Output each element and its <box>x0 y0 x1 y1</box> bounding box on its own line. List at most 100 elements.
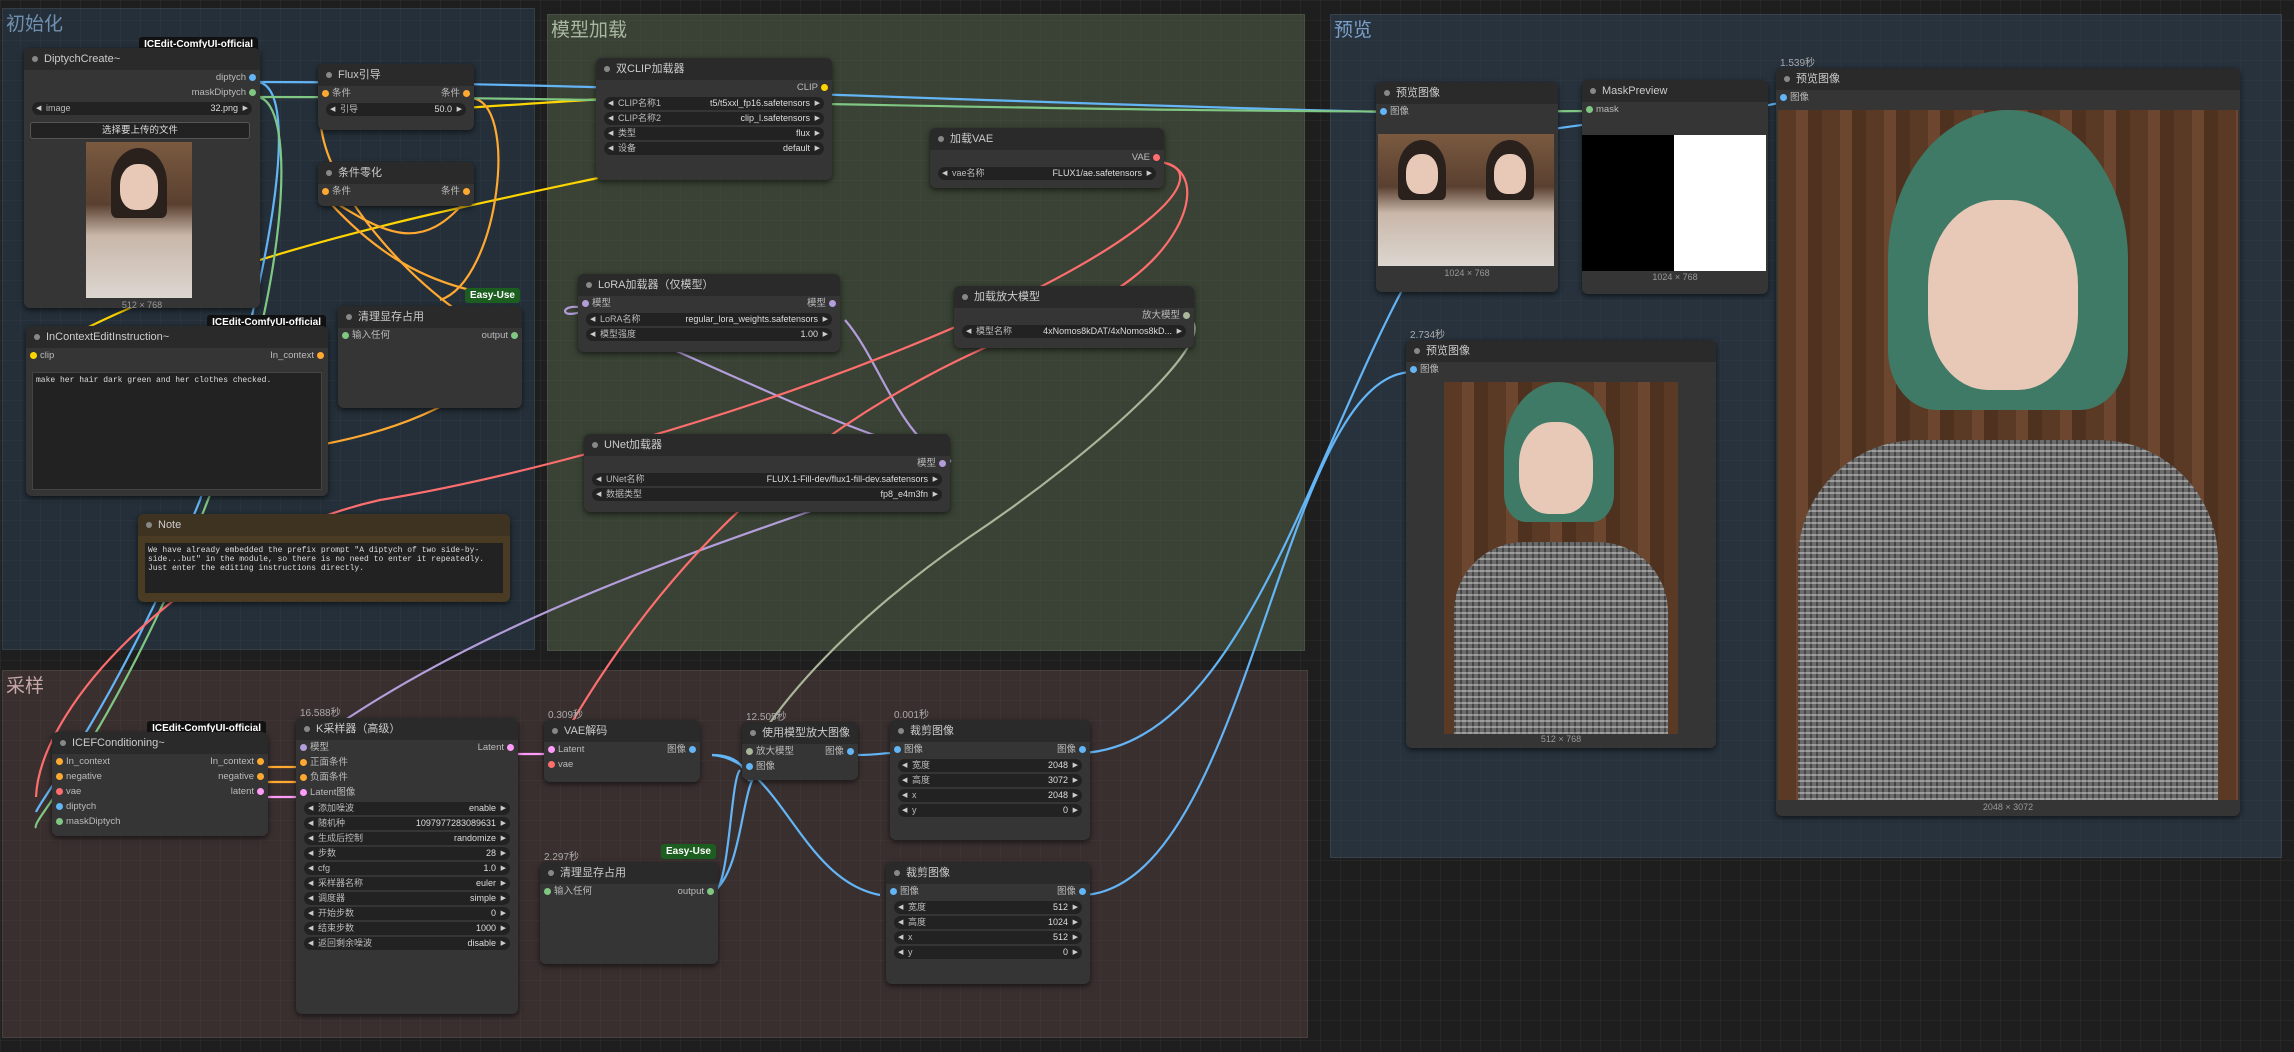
input-slot[interactable]: Latent图像 <box>296 785 518 800</box>
output-dot-icon[interactable] <box>257 788 264 795</box>
seed-widget[interactable]: 随机种 1097977283089631 <box>304 817 510 830</box>
input-slot[interactable]: 负面条件 <box>296 770 518 785</box>
io-slot[interactable]: 放大模型 图像 <box>742 744 858 759</box>
start-step-widget[interactable]: 开始步数 0 <box>304 907 510 920</box>
instruction-textarea[interactable]: make her hair dark green and her clothes… <box>32 372 322 490</box>
input-dot-icon[interactable] <box>322 188 329 195</box>
unet-name-widget[interactable]: UNet名称 FLUX.1-Fill-dev/flux1-fill-dev.saf… <box>592 473 942 486</box>
input-dot-icon[interactable] <box>30 352 37 359</box>
input-slot[interactable]: 图像 <box>1376 104 1558 119</box>
output-dot-icon[interactable] <box>689 746 696 753</box>
input-dot-icon[interactable] <box>322 90 329 97</box>
output-dot-icon[interactable] <box>1183 312 1190 319</box>
input-dot-icon[interactable] <box>746 763 753 770</box>
input-dot-icon[interactable] <box>548 746 555 753</box>
vae-decode-node[interactable]: 0.309秒 VAE解码 Latent 图像 vae <box>544 710 700 782</box>
output-dot-icon[interactable] <box>257 773 264 780</box>
sampler-name-widget[interactable]: 采样器名称 euler <box>304 877 510 890</box>
image-upscale-with-model-node[interactable]: 12.505秒 使用模型放大图像 放大模型 图像 图像 <box>742 712 858 780</box>
clip-name2-widget[interactable]: CLIP名称2 clip_l.safetensors <box>604 112 824 125</box>
vae-name-widget[interactable]: vae名称 FLUX1/ae.safetensors <box>938 167 1156 180</box>
io-slot[interactable]: 条件 条件 <box>318 86 474 101</box>
flux-guidance-node[interactable]: Flux引导 条件 条件 引导 50.0 <box>318 64 474 130</box>
input-slot[interactable]: vae <box>544 757 700 772</box>
output-dot-icon[interactable] <box>463 90 470 97</box>
input-dot-icon[interactable] <box>548 761 555 768</box>
output-dot-icon[interactable] <box>829 300 836 307</box>
output-slot[interactable]: 放大模型 <box>954 308 1194 323</box>
image-combo-widget[interactable]: image 32.png <box>32 102 252 115</box>
output-dot-icon[interactable] <box>1153 154 1160 161</box>
preview-image-crop-node[interactable]: 2.734秒 预览图像 图像 512 × 768 <box>1406 330 1716 748</box>
io-slot[interactable]: vae latent <box>52 784 268 799</box>
output-dot-icon[interactable] <box>507 744 514 751</box>
output-dot-icon[interactable] <box>463 188 470 195</box>
io-slot[interactable]: 图像 图像 <box>890 742 1090 757</box>
image-crop-node[interactable]: 0.001秒 裁剪图像 图像图像 宽度2048 高度3072 x2048 y0 <box>890 710 1090 840</box>
io-slot[interactable]: clip In_context <box>26 348 328 363</box>
output-dot-icon[interactable] <box>707 888 714 895</box>
input-dot-icon[interactable] <box>746 748 753 755</box>
clip-name1-widget[interactable]: CLIP名称1 t5/t5xxl_fp16.safetensors <box>604 97 824 110</box>
output-dot-icon[interactable] <box>317 352 324 359</box>
icef-conditioning-node[interactable]: ICEdit-ComfyUI-official ICEFConditioning… <box>52 721 268 836</box>
input-dot-icon[interactable] <box>544 888 551 895</box>
input-dot-icon[interactable] <box>300 744 307 751</box>
input-dot-icon[interactable] <box>56 758 63 765</box>
io-slot[interactable]: 模型 Latent <box>296 740 518 755</box>
vae-loader-node[interactable]: 加载VAE VAE vae名称 FLUX1/ae.safetensors <box>930 128 1164 188</box>
output-slot[interactable]: maskDiptych <box>24 85 260 100</box>
input-dot-icon[interactable] <box>1780 94 1787 101</box>
end-step-widget[interactable]: 结束步数 1000 <box>304 922 510 935</box>
device-widget[interactable]: 设备 default <box>604 142 824 155</box>
input-dot-icon[interactable] <box>300 759 307 766</box>
input-slot[interactable]: 正面条件 <box>296 755 518 770</box>
io-slot[interactable]: 输入任何 output <box>540 884 718 899</box>
output-dot-icon[interactable] <box>1079 888 1086 895</box>
input-dot-icon[interactable] <box>56 818 63 825</box>
width-widget[interactable]: 宽度 2048 <box>898 759 1082 772</box>
y-widget[interactable]: y0 <box>894 946 1082 959</box>
output-dot-icon[interactable] <box>511 332 518 339</box>
output-slot[interactable]: VAE <box>930 150 1164 165</box>
height-widget[interactable]: 高度 3072 <box>898 774 1082 787</box>
x-widget[interactable]: x 2048 <box>898 789 1082 802</box>
steps-widget[interactable]: 步数 28 <box>304 847 510 860</box>
io-slot[interactable]: 模型 模型 <box>578 296 840 311</box>
dual-clip-loader-node[interactable]: 双CLIP加载器 CLIP CLIP名称1 t5/t5xxl_fp16.safet… <box>596 58 832 180</box>
scheduler-widget[interactable]: 调度器 simple <box>304 892 510 905</box>
output-dot-icon[interactable] <box>939 460 946 467</box>
width-widget[interactable]: 宽度 512 <box>894 901 1082 914</box>
control-after-generate-widget[interactable]: 生成后控制 randomize <box>304 832 510 845</box>
mask-preview-node[interactable]: MaskPreview mask 1024 × 768 <box>1582 80 1768 294</box>
conditioning-zero-out-node[interactable]: 条件零化 条件 条件 <box>318 162 474 206</box>
io-slot[interactable]: 条件 条件 <box>318 184 474 199</box>
input-dot-icon[interactable] <box>56 788 63 795</box>
upscale-model-loader-node[interactable]: 加载放大模型 放大模型 模型名称 4xNomos8kDAT/4xNomos8kD.… <box>954 286 1194 348</box>
output-slot[interactable]: 模型 <box>584 456 950 471</box>
return-leftover-noise-widget[interactable]: 返回剩余噪波 disable <box>304 937 510 950</box>
note-node[interactable]: Note We have already embedded the prefix… <box>138 514 510 602</box>
preview-image-node[interactable]: 预览图像 图像 1024 × 768 <box>1376 82 1558 292</box>
output-dot-icon[interactable] <box>249 74 256 81</box>
input-slot[interactable]: mask <box>1582 102 1768 117</box>
clean-vram-node[interactable]: Easy-Use 清理显存占用 输入任何 output <box>338 288 522 408</box>
input-dot-icon[interactable] <box>300 789 307 796</box>
incontext-edit-instruction-node[interactable]: ICEdit-ComfyUI-official InContextEditIns… <box>26 315 328 496</box>
io-slot[interactable]: In_context In_context <box>52 754 268 769</box>
input-dot-icon[interactable] <box>890 888 897 895</box>
model-strength-widget[interactable]: 模型强度 1.00 <box>586 328 832 341</box>
cfg-widget[interactable]: cfg 1.0 <box>304 862 510 875</box>
input-dot-icon[interactable] <box>894 746 901 753</box>
output-dot-icon[interactable] <box>249 89 256 96</box>
lora-loader-node[interactable]: LoRA加载器（仅模型） 模型 模型 LoRA名称 regular_lora_wei… <box>578 274 840 352</box>
lora-name-widget[interactable]: LoRA名称 regular_lora_weights.safetensors <box>586 313 832 326</box>
ksampler-advanced-node[interactable]: 16.588秒 K采样器（高级） 模型 Latent 正面条件 负面条件 Late… <box>296 708 518 1014</box>
x-widget[interactable]: x 512 <box>894 931 1082 944</box>
input-slot[interactable]: 图像 <box>742 759 858 774</box>
input-dot-icon[interactable] <box>56 773 63 780</box>
input-slot[interactable]: diptych <box>52 799 268 814</box>
io-slot[interactable]: 图像 图像 <box>886 884 1090 899</box>
input-dot-icon[interactable] <box>342 332 349 339</box>
clip-type-widget[interactable]: 类型 flux <box>604 127 824 140</box>
